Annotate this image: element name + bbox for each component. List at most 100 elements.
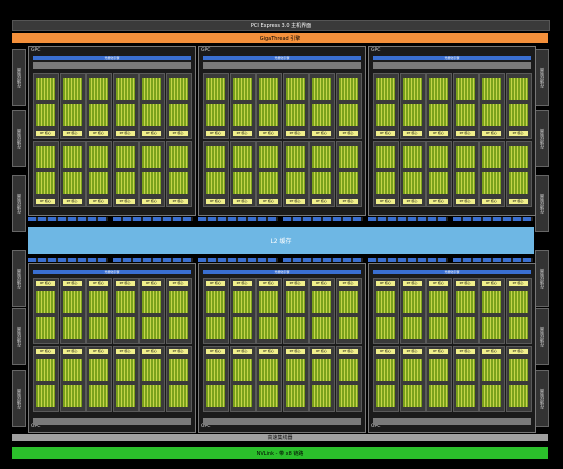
rt-core: RT 核心 bbox=[312, 131, 331, 136]
gpc-block: GPC 光栅化引擎 RT 核心 RT 核心 RT 核心 RT 核心 RT 核心 RT 核心 RT… bbox=[28, 46, 196, 216]
cuda-cores bbox=[206, 291, 225, 313]
rt-core: RT 核心 bbox=[115, 199, 135, 204]
rt-core: RT 核心 bbox=[142, 281, 161, 286]
cuda-cores bbox=[142, 359, 161, 381]
cuda-cores bbox=[168, 104, 188, 126]
rt-core: RT 核心 bbox=[142, 199, 161, 204]
sm-block: RT 核心 bbox=[505, 278, 532, 344]
memory-controller-label: 存储控制器 bbox=[539, 268, 544, 289]
memory-controller-label: 存储控制器 bbox=[539, 128, 544, 149]
cuda-cores bbox=[429, 317, 448, 339]
pcie-host-interface: PCI Express 3.0 主机界面 bbox=[12, 20, 550, 31]
cuda-cores bbox=[312, 317, 331, 339]
rt-core: RT 核心 bbox=[232, 349, 252, 354]
cuda-cores bbox=[232, 146, 252, 168]
cuda-cores bbox=[429, 359, 448, 381]
cuda-cores bbox=[455, 172, 475, 194]
sm-block: RT 核心 bbox=[59, 141, 86, 207]
rt-core: RT 核心 bbox=[36, 281, 55, 286]
link-tick: • bbox=[415, 441, 417, 445]
gpc-label: GPC bbox=[31, 48, 41, 53]
rt-core: RT 核心 bbox=[259, 281, 278, 286]
cuda-cores bbox=[89, 317, 108, 339]
sm-block: RT 核心 bbox=[282, 73, 309, 139]
sm-block: RT 核心 bbox=[33, 278, 59, 344]
rt-core: RT 核心 bbox=[482, 199, 501, 204]
cuda-cores bbox=[338, 385, 358, 407]
cuda-cores bbox=[259, 104, 278, 126]
sm-block: RT 核心 bbox=[452, 141, 479, 207]
rt-core: RT 核心 bbox=[508, 199, 528, 204]
memory-controller: 存储控制器 bbox=[535, 370, 549, 427]
cuda-cores bbox=[206, 317, 225, 339]
rt-core: RT 核心 bbox=[259, 349, 278, 354]
cuda-cores bbox=[142, 291, 161, 313]
rt-core: RT 核心 bbox=[89, 349, 108, 354]
memory-strip bbox=[368, 258, 448, 262]
cuda-cores bbox=[115, 104, 135, 126]
cuda-cores bbox=[168, 146, 188, 168]
cuda-cores bbox=[338, 172, 358, 194]
cuda-cores bbox=[62, 291, 82, 313]
cuda-cores bbox=[285, 385, 305, 407]
rt-core: RT 核心 bbox=[206, 131, 225, 136]
cuda-cores bbox=[508, 359, 528, 381]
link-tick: • bbox=[145, 441, 147, 445]
cuda-cores bbox=[402, 146, 422, 168]
memory-strip bbox=[198, 217, 278, 221]
sm-block: RT 核心 bbox=[229, 346, 256, 412]
cuda-cores bbox=[115, 291, 135, 313]
cuda-cores bbox=[62, 104, 82, 126]
cuda-cores bbox=[429, 104, 448, 126]
cuda-cores bbox=[338, 146, 358, 168]
memory-controller: 存储控制器 bbox=[535, 49, 549, 106]
rt-core: RT 核心 bbox=[115, 281, 135, 286]
cuda-cores bbox=[482, 146, 501, 168]
rt-core: RT 核心 bbox=[62, 349, 82, 354]
cuda-cores bbox=[455, 291, 475, 313]
cuda-cores bbox=[89, 172, 108, 194]
sm-block: RT 核心 bbox=[139, 278, 165, 344]
sm-block: RT 核心 bbox=[505, 73, 532, 139]
cuda-cores bbox=[338, 78, 358, 100]
pcie-label: PCI Express 3.0 主机界面 bbox=[250, 23, 312, 29]
link-tick: • bbox=[55, 441, 57, 445]
cuda-cores bbox=[36, 385, 55, 407]
cuda-cores bbox=[232, 385, 252, 407]
rt-core: RT 核心 bbox=[62, 199, 82, 204]
cuda-cores bbox=[402, 317, 422, 339]
cuda-cores bbox=[285, 317, 305, 339]
cuda-cores bbox=[376, 291, 395, 313]
sm-block: RT 核心 bbox=[203, 141, 229, 207]
rt-core: RT 核心 bbox=[429, 281, 448, 286]
rt-core: RT 核心 bbox=[402, 199, 422, 204]
sm-block: RT 核心 bbox=[33, 73, 59, 139]
memory-strip bbox=[113, 258, 193, 262]
rt-core: RT 核心 bbox=[312, 349, 331, 354]
cuda-cores bbox=[206, 172, 225, 194]
sm-block: RT 核心 bbox=[452, 73, 479, 139]
cuda-cores bbox=[62, 359, 82, 381]
tpc-row bbox=[203, 418, 361, 425]
rt-core: RT 核心 bbox=[115, 131, 135, 136]
sm-block: RT 核心 bbox=[203, 73, 229, 139]
cuda-cores bbox=[62, 385, 82, 407]
cuda-cores bbox=[285, 78, 305, 100]
cuda-cores bbox=[312, 172, 331, 194]
memory-controller-label: 存储控制器 bbox=[539, 326, 544, 347]
memory-strip bbox=[28, 217, 108, 221]
cuda-cores bbox=[508, 291, 528, 313]
rt-core: RT 核心 bbox=[168, 131, 188, 136]
sm-block: RT 核心 bbox=[479, 278, 505, 344]
gigathread-engine: GigaThread 引擎 bbox=[12, 33, 548, 43]
sm-block: RT 核心 bbox=[505, 141, 532, 207]
rt-core: RT 核心 bbox=[142, 349, 161, 354]
rt-core: RT 核心 bbox=[312, 281, 331, 286]
sm-block: RT 核心 bbox=[203, 278, 229, 344]
rt-core: RT 核心 bbox=[455, 199, 475, 204]
rt-core: RT 核心 bbox=[312, 199, 331, 204]
cuda-cores bbox=[482, 291, 501, 313]
cuda-cores bbox=[482, 78, 501, 100]
cuda-cores bbox=[482, 104, 501, 126]
cuda-cores bbox=[402, 104, 422, 126]
